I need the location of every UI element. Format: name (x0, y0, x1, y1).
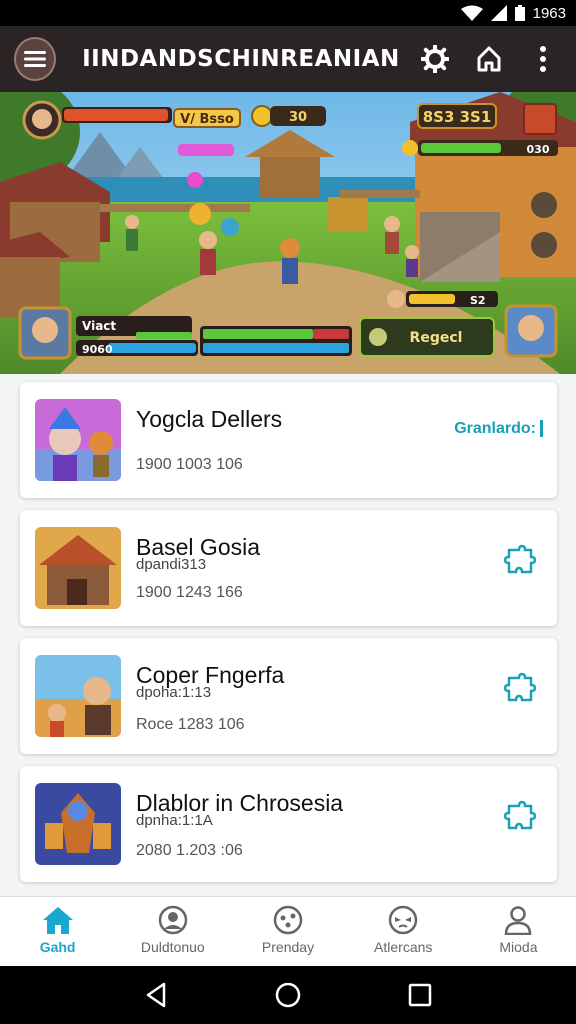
hamburger-icon (24, 51, 47, 67)
hud-coins: 30 (289, 110, 307, 125)
app-title: IINDANDSCHINREANIAN (82, 46, 400, 72)
face-icon (273, 905, 303, 935)
bottom-nav: Gahd Duldtonuo Prenday Atlercans Mioda (0, 896, 576, 966)
hud-enemy-value: 030 (527, 143, 550, 156)
puzzle-icon[interactable] (503, 800, 539, 836)
home-icon (477, 46, 501, 72)
more-button[interactable] (524, 39, 562, 79)
list-item[interactable]: Coper Fngerfa dpoha:1:13 Roce 1283 106 (20, 638, 557, 754)
game-subtitle: dpnha:1:1A (136, 812, 213, 829)
list-item[interactable]: Dlablor in Chrosesia dpnha:1:1A 2080 1.2… (20, 766, 557, 882)
game-thumbnail (35, 399, 121, 481)
back-icon[interactable] (144, 982, 168, 1008)
nav-label: Gahd (39, 939, 76, 955)
hud-player-name: Viact (82, 319, 116, 333)
puzzle-icon[interactable] (503, 544, 539, 580)
nav-item-mioda[interactable]: Mioda (461, 897, 576, 966)
status-bar: 1963 (0, 0, 576, 26)
system-nav-bar (0, 966, 576, 1024)
menu-button[interactable] (14, 37, 57, 81)
nav-item-gahd[interactable]: Gahd (0, 897, 115, 966)
game-thumbnail (35, 655, 121, 737)
game-meta: 2080 1.203 :06 (136, 842, 243, 859)
hud-level-label: V/ Bsso (180, 112, 234, 127)
signal-icon (490, 5, 507, 21)
link-cursor (540, 420, 543, 437)
nav-label: Duldtonuo (140, 939, 205, 955)
game-banner[interactable]: V/ Bsso 30 8S3 3S1 030 Viact 9060 S2 Reg… (0, 92, 576, 374)
home-button[interactable] (470, 39, 508, 79)
home-icon (42, 907, 73, 934)
game-meta: Roce 1283 106 (136, 716, 245, 733)
puzzle-icon[interactable] (503, 672, 539, 708)
list-item[interactable]: Yogcla Dellers 1900 1003 106 Granlardo: (20, 382, 557, 498)
nav-label: Prenday (261, 939, 315, 955)
game-thumbnail (35, 783, 121, 865)
hud-score: 8S3 3S1 (423, 108, 492, 126)
settings-button[interactable] (416, 39, 454, 79)
game-title: Yogcla Dellers (136, 406, 283, 432)
nav-label: Atlercans (374, 939, 433, 955)
app-bar: IINDANDSCHINREANIAN (0, 26, 576, 92)
game-list: Yogcla Dellers 1900 1003 106 Granlardo: … (20, 382, 557, 894)
game-thumbnail (35, 527, 121, 609)
recents-icon[interactable] (408, 983, 432, 1007)
clock: 1963 (532, 4, 566, 22)
nav-label: Mioda (499, 939, 538, 955)
profile-icon (158, 905, 188, 935)
regecl-label: Regecl (410, 330, 463, 346)
list-item[interactable]: Basel Gosia dpandi313 1900 1243 166 (20, 510, 557, 626)
mask-icon (388, 905, 418, 935)
game-link-label: Granlardo: (454, 420, 536, 437)
game-subtitle: dpoha:1:13 (136, 684, 212, 701)
home-circle-icon[interactable] (275, 982, 301, 1008)
settings-icon (420, 45, 449, 73)
more-vertical-icon (539, 46, 546, 72)
game-meta: 1900 1003 106 (136, 456, 243, 473)
hud-xp-value: S2 (470, 294, 486, 307)
nav-item-prenday[interactable]: Prenday (230, 897, 345, 966)
nav-item-atlercans[interactable]: Atlercans (346, 897, 461, 966)
user-icon (505, 906, 532, 935)
game-subtitle: dpandi313 (136, 556, 207, 573)
wifi-icon (460, 5, 483, 21)
regecl-button[interactable]: Regecl (359, 317, 495, 357)
game-link[interactable]: Granlardo: (454, 420, 543, 438)
game-meta: 1900 1243 166 (136, 584, 243, 601)
battery-icon (514, 5, 525, 21)
hud-player-value: 9060 (82, 343, 113, 356)
nav-item-duldtonuo[interactable]: Duldtonuo (115, 897, 230, 966)
